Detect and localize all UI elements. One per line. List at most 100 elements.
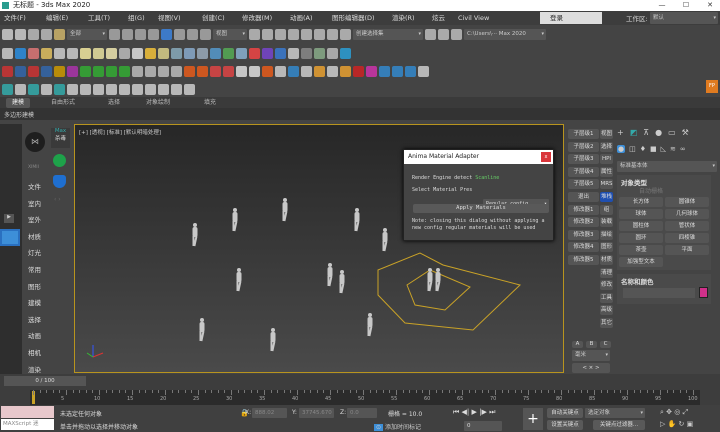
play-icon[interactable]: [132, 66, 143, 77]
globe-icon[interactable]: [80, 66, 91, 77]
autogrid-checkbox[interactable]: 自动栅格: [639, 186, 663, 195]
object-type-button[interactable]: 茶壶: [619, 245, 663, 255]
human-figure[interactable]: [192, 223, 198, 247]
viewport-nav-controls-2[interactable]: ▷ ✋ ↻ ▣: [660, 420, 693, 428]
human-figure[interactable]: [382, 228, 388, 252]
cone-icon[interactable]: [132, 48, 143, 59]
utilities-tab-icon[interactable]: ⚒: [682, 128, 689, 140]
menu-item[interactable]: 动画(A): [290, 11, 313, 25]
light-icon[interactable]: [41, 48, 52, 59]
motion-tab-icon[interactable]: ●: [655, 128, 662, 140]
snap-3d-icon[interactable]: [288, 29, 299, 40]
whirl-icon[interactable]: [379, 66, 390, 77]
compass-icon[interactable]: [197, 48, 208, 59]
burst-icon[interactable]: [119, 66, 130, 77]
shapes-icon[interactable]: ◫: [629, 145, 636, 153]
fire5-icon[interactable]: [262, 66, 273, 77]
spinner-snap-icon[interactable]: [327, 29, 338, 40]
nav-arrows-icon[interactable]: ‹ ›: [54, 196, 61, 203]
undo-icon[interactable]: [2, 29, 13, 40]
redo-icon[interactable]: [15, 29, 26, 40]
frame2-icon[interactable]: [158, 84, 169, 95]
unit-dropdown[interactable]: 毫米: [572, 350, 610, 361]
tool-shortcut-button[interactable]: 材质: [600, 255, 613, 265]
modifier-shortcut-button[interactable]: 修改器5: [568, 255, 599, 265]
category-dropdown[interactable]: 标准基本体: [617, 161, 717, 172]
maxscript-output[interactable]: [1, 406, 54, 418]
close-button[interactable]: ✕: [704, 0, 716, 11]
track-bar[interactable]: 5 10 15 20 25 30 35 40 45 50 55 60 65 70 75 80 85 90 95 100: [30, 390, 700, 405]
geometry-icon[interactable]: ●: [617, 145, 626, 153]
plugin-menu-item[interactable]: 室外: [28, 214, 41, 224]
playback-controls[interactable]: ⏮ ◀| ▶ |▶ ⏭: [453, 408, 495, 417]
abc-button[interactable]: B: [586, 341, 597, 348]
key-filters-button[interactable]: 关键点过滤器...: [593, 420, 645, 430]
shield-icon[interactable]: [53, 175, 66, 188]
display-tab-icon[interactable]: ▭: [668, 128, 676, 140]
fan-icon[interactable]: [54, 66, 65, 77]
y-coordinate[interactable]: 37745.670: [299, 408, 334, 418]
tool-shortcut-button[interactable]: 高级: [600, 305, 613, 316]
bottle-icon[interactable]: [93, 84, 104, 95]
object-type-button[interactable]: 加强型文本: [619, 257, 663, 267]
menu-item[interactable]: Civil View: [458, 11, 489, 25]
expand-arrow-icon[interactable]: ▶: [4, 214, 14, 223]
camera2-icon[interactable]: [15, 84, 26, 95]
fire2-icon[interactable]: [197, 66, 208, 77]
help-circle-icon[interactable]: [301, 48, 312, 59]
minimize-button[interactable]: —: [656, 0, 668, 11]
trees-icon[interactable]: [54, 84, 65, 95]
tool-shortcut-button[interactable]: 属性: [600, 166, 613, 177]
spot-icon[interactable]: [41, 84, 52, 95]
place-icon[interactable]: [200, 29, 211, 40]
plant-icon[interactable]: [223, 48, 234, 59]
shape-hex-icon[interactable]: [2, 66, 13, 77]
modifier-shortcut-button[interactable]: 子层级3: [568, 154, 599, 165]
tool-shortcut-button[interactable]: MRS: [600, 179, 613, 190]
create-tab-icon[interactable]: +: [617, 128, 624, 140]
human-figure[interactable]: [282, 198, 288, 222]
plane-light-icon[interactable]: [80, 48, 91, 59]
hierarchy-tab-icon[interactable]: ⊼: [643, 128, 649, 140]
object-type-button[interactable]: 圆环: [619, 233, 663, 243]
notes-icon[interactable]: [327, 48, 338, 59]
menu-item[interactable]: 视图(V): [158, 11, 181, 25]
tool-shortcut-button[interactable]: 堆栈: [600, 192, 613, 202]
stop-icon[interactable]: [158, 66, 169, 77]
rotate-icon[interactable]: [174, 29, 185, 40]
hex-icon[interactable]: [15, 66, 26, 77]
tool-shortcut-button[interactable]: 视图: [600, 129, 613, 139]
tool-shortcut-button[interactable]: 图形: [600, 242, 613, 253]
named-selection-dropdown[interactable]: 创建选择集: [353, 29, 423, 40]
camera-rig-icon[interactable]: [2, 84, 13, 95]
help-icon[interactable]: [340, 48, 351, 59]
select-icon[interactable]: [109, 29, 120, 40]
tool-shortcut-button[interactable]: 清理: [600, 267, 613, 278]
rect-select-icon[interactable]: [135, 29, 146, 40]
material-icon[interactable]: [275, 48, 286, 59]
abc-button[interactable]: C: [600, 341, 611, 348]
helper-icon[interactable]: [67, 48, 78, 59]
sphere-light-icon[interactable]: [106, 48, 117, 59]
menu-item[interactable]: 炫云: [432, 11, 445, 25]
plugin-menu-item[interactable]: 灯光: [28, 247, 41, 257]
disc-icon[interactable]: [158, 48, 169, 59]
modify-tab-icon[interactable]: ◩: [630, 128, 638, 140]
plugin-menu-item[interactable]: 材质: [28, 231, 41, 241]
bulb-icon[interactable]: [28, 84, 39, 95]
grid-icon[interactable]: [171, 48, 182, 59]
z-coordinate[interactable]: 0.0: [347, 408, 377, 418]
render-frame-icon[interactable]: [28, 48, 39, 59]
plugin-menu-item[interactable]: 文件: [28, 181, 41, 191]
tool-shortcut-button[interactable]: 其它: [600, 318, 613, 328]
percent-snap-icon[interactable]: [314, 29, 325, 40]
x-coordinate[interactable]: 888.02: [252, 408, 287, 418]
menu-item[interactable]: 修改器(M): [242, 11, 272, 25]
object-type-button[interactable]: 球体: [619, 209, 663, 219]
spacewarps-icon[interactable]: ≋: [670, 145, 676, 153]
mirror-icon[interactable]: [425, 29, 436, 40]
menu-item[interactable]: 创建(C): [202, 11, 225, 25]
viewport-nav-controls[interactable]: ⌕ ✥ ◎ ⤢: [660, 408, 688, 417]
trash-icon[interactable]: [171, 66, 182, 77]
human-figure[interactable]: [367, 313, 373, 337]
